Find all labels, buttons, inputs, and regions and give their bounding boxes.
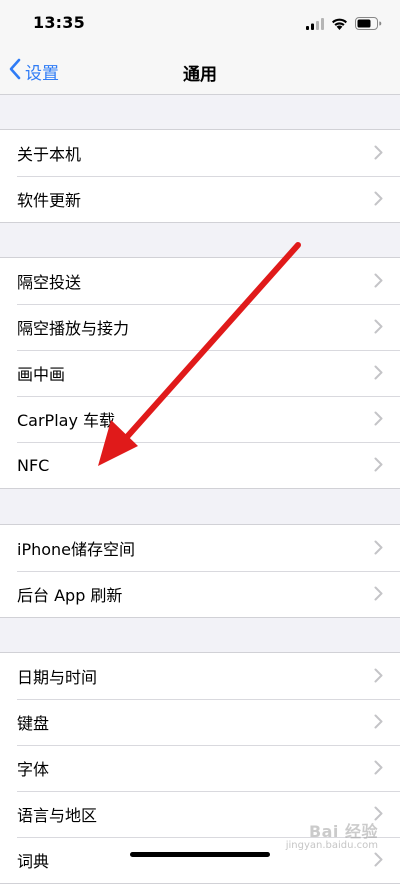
watermark: Bai 经验 [308,822,378,841]
annotation-arrow [98,242,301,466]
watermark-subtext: jingyan.baidu.com [285,840,378,851]
annotation-arrow-shaft [123,242,301,441]
home-indicator[interactable] [130,852,270,857]
